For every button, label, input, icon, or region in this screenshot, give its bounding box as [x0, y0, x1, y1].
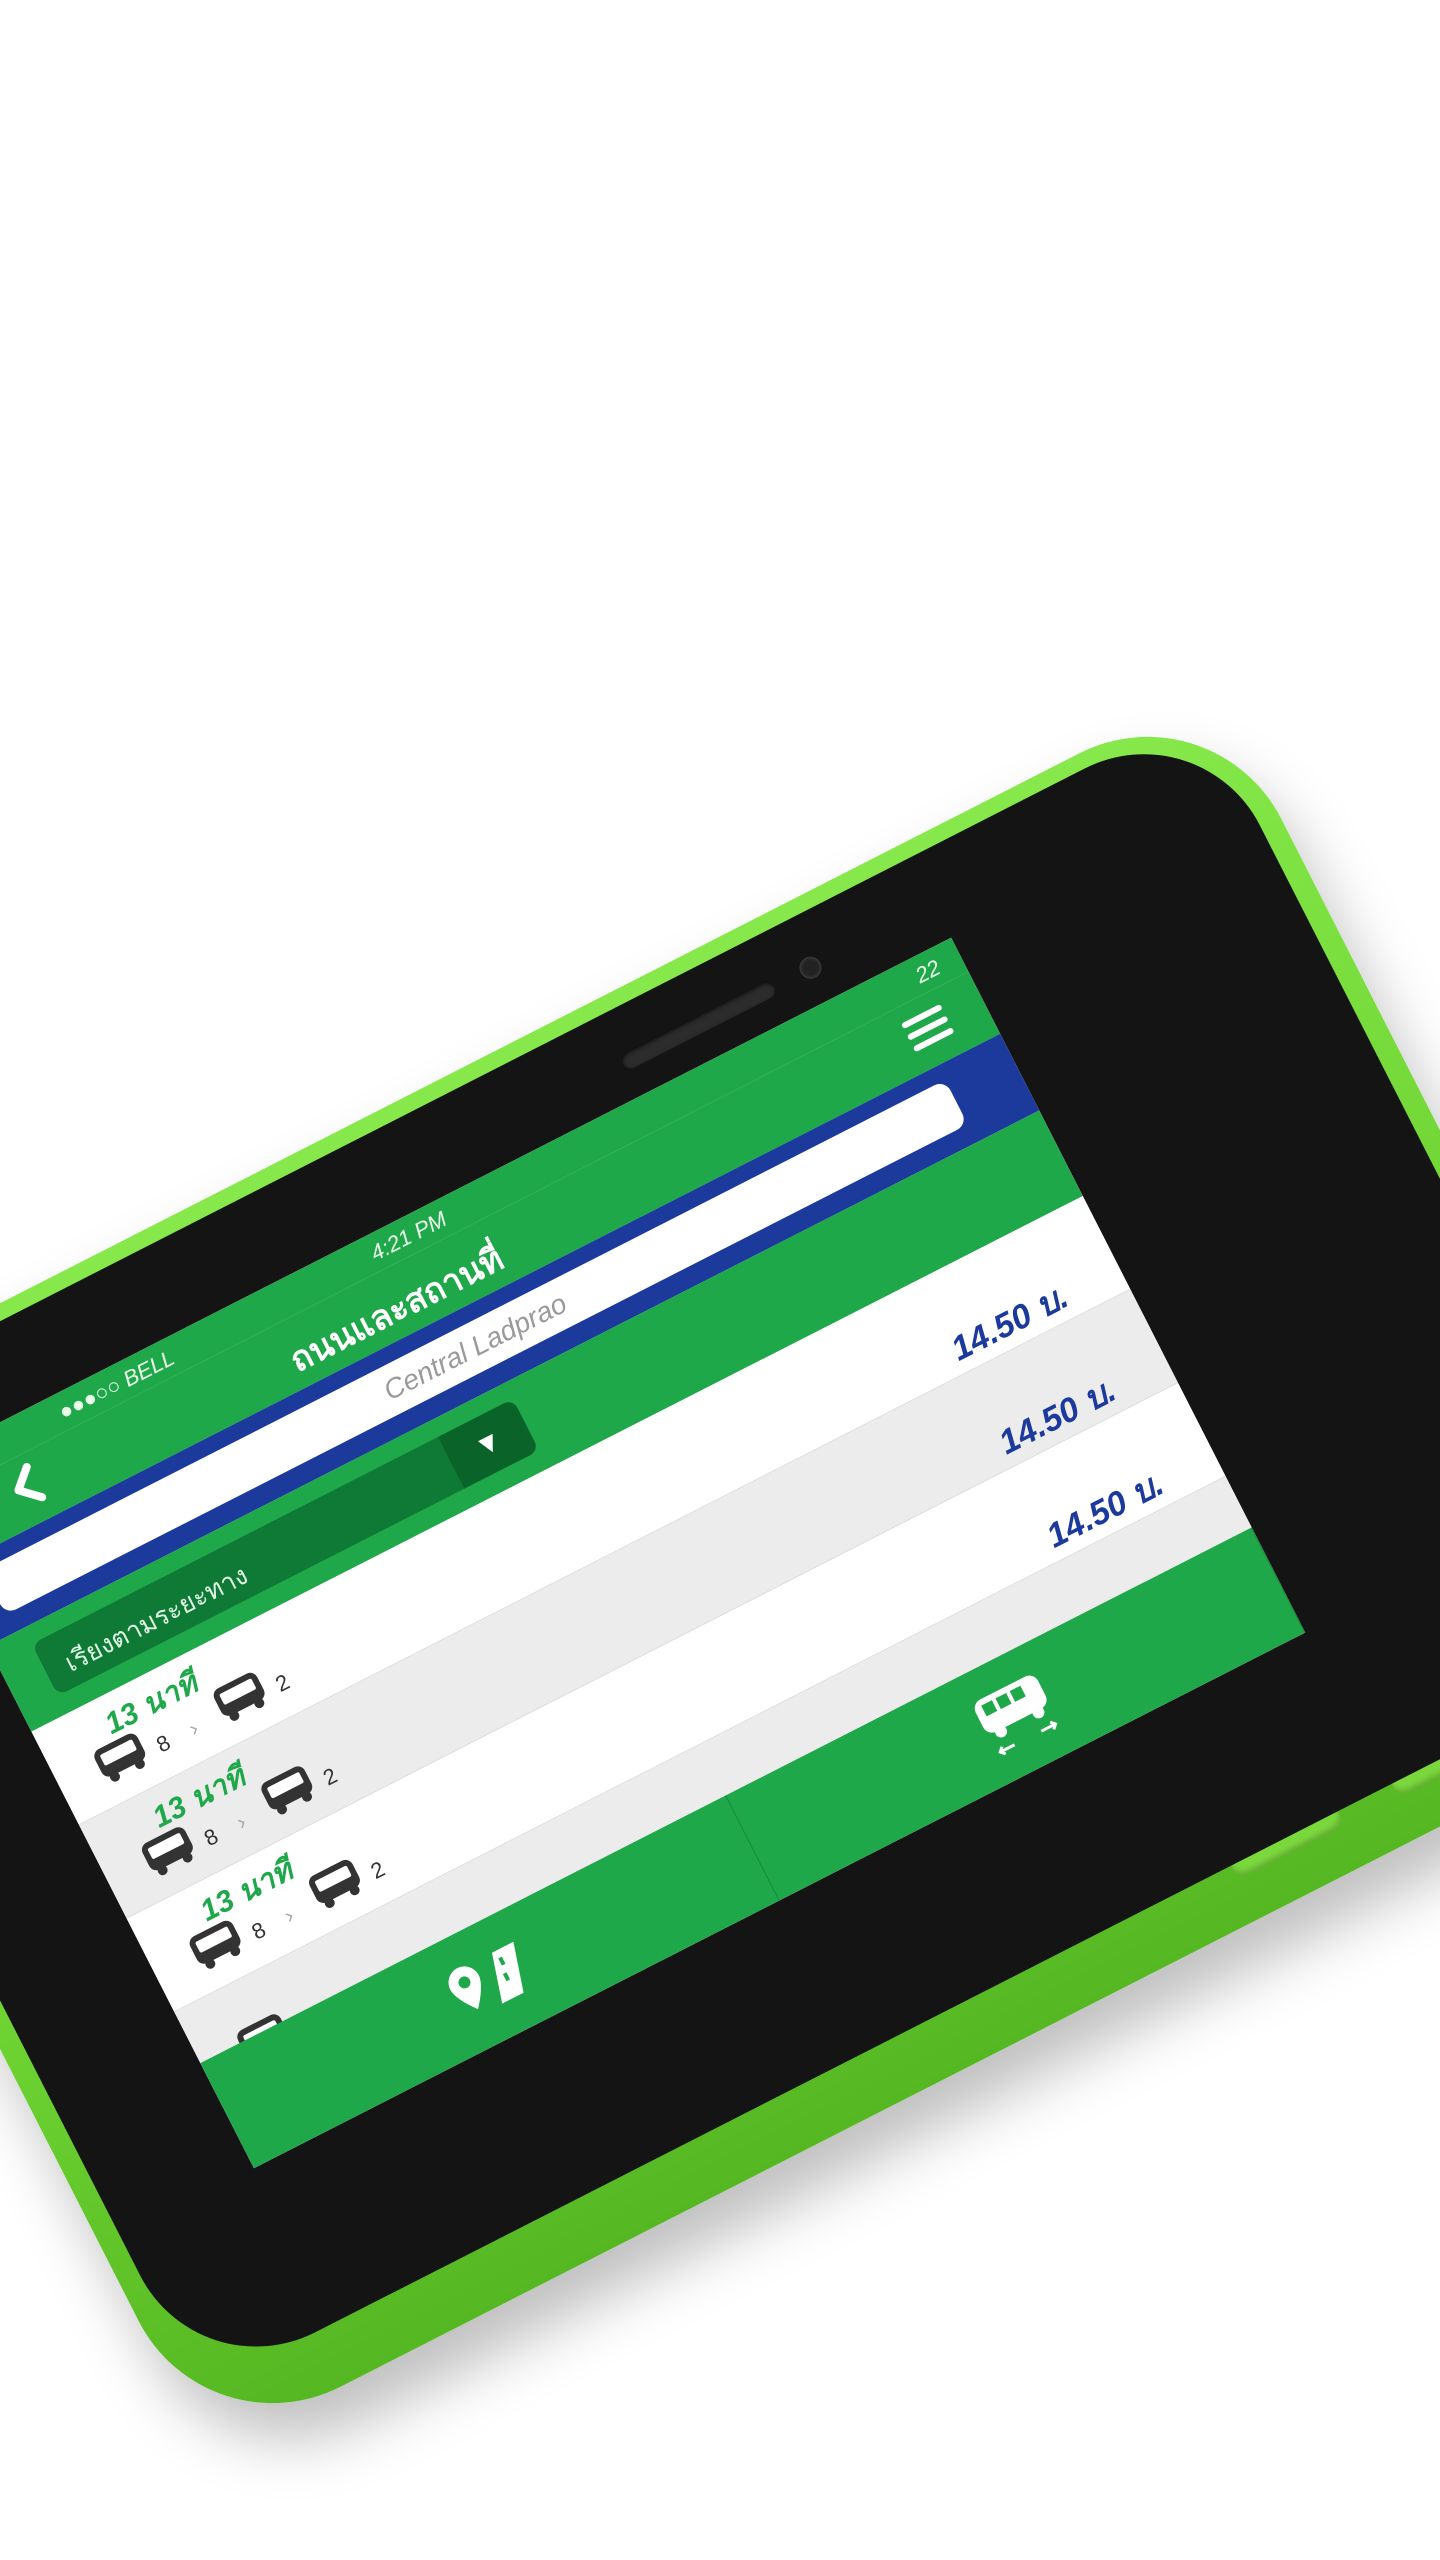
bus-number: 8	[152, 1729, 175, 1758]
transfer-separator-icon: ›	[184, 1715, 203, 1742]
app-screen: ●●●○○ BELL 4:21 PM 22 ถนนและสถานที่ Cent…	[0, 937, 1306, 2169]
phone-face: ●●●○○ BELL 4:21 PM 22 ถนนและสถานที่ Cent…	[0, 709, 1440, 2392]
bus-icon	[87, 1727, 155, 1788]
dropdown-arrow-icon: ▼	[437, 1398, 540, 1489]
front-camera	[795, 952, 826, 983]
product-photo-scene: ●●●○○ BELL 4:21 PM 22 ถนนและสถานที่ Cent…	[0, 0, 1440, 2560]
bus-number: 2	[271, 1669, 294, 1697]
battery-label: 22	[911, 954, 945, 989]
transfer-separator-icon: ›	[232, 1809, 251, 1835]
bus-number: 8	[247, 1916, 270, 1945]
bus-number: 8	[199, 1823, 223, 1852]
chevron-left-icon	[14, 1462, 47, 1502]
bus-icon	[135, 1821, 203, 1882]
transfer-separator-icon: ›	[279, 1902, 298, 1929]
menu-button[interactable]	[900, 1003, 957, 1056]
bus-icon	[182, 1914, 250, 1975]
back-button[interactable]	[1, 1458, 57, 1524]
bus-number: 2	[318, 1762, 342, 1791]
phone-shell: ●●●○○ BELL 4:21 PM 22 ถนนและสถานที่ Cent…	[0, 685, 1440, 2455]
bus-icon	[301, 1854, 369, 1915]
bus-number: 2	[366, 1856, 389, 1884]
map-pin-road-icon	[448, 1942, 524, 2010]
bus-route-icon	[974, 1675, 1057, 1756]
bus-icon	[206, 1667, 274, 1728]
bus-icon	[254, 1760, 322, 1821]
